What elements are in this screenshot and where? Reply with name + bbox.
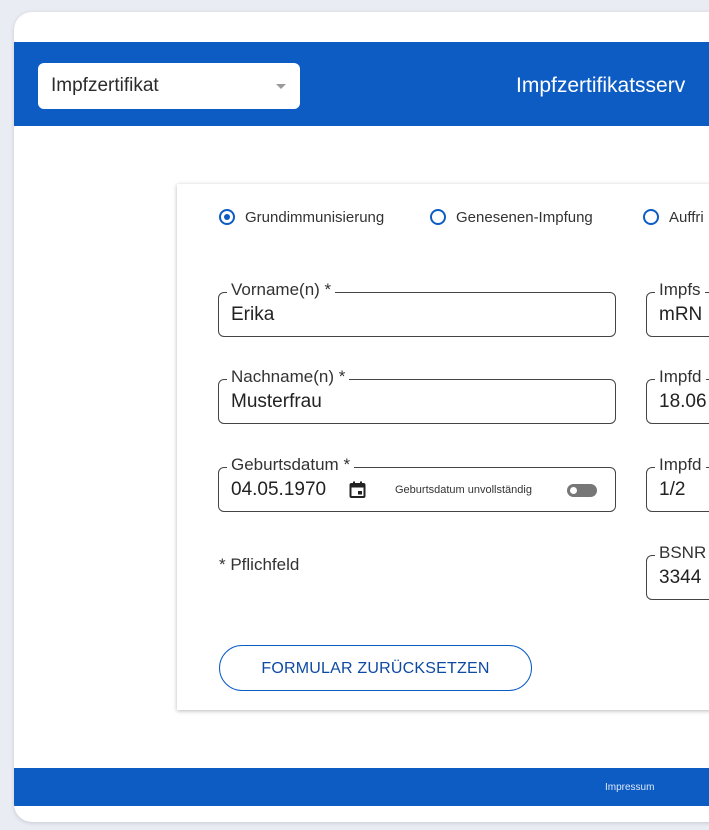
bsnr-label: BSNR — [655, 543, 709, 563]
app-window: Impfzertifikat Impfzertifikatsserv Grund… — [14, 12, 709, 822]
radio-checked-icon — [219, 209, 235, 225]
calendar-icon[interactable] — [349, 481, 366, 498]
vorname-label: Vorname(n) * — [227, 280, 336, 300]
nachname-label: Nachname(n) * — [227, 367, 350, 387]
radio-label: Grundimmunisierung — [245, 209, 385, 226]
bsnr-field[interactable]: BSNR 3344 — [646, 543, 709, 600]
certificate-type-select[interactable]: Impfzertifikat — [38, 63, 300, 109]
app-footer: Impressum — [14, 768, 709, 806]
impfstoff-label: Impfs — [655, 280, 705, 300]
vorname-value: Erika — [231, 304, 275, 325]
impfstoff-value: mRN — [659, 304, 703, 325]
app-header: Impfzertifikat Impfzertifikatsserv — [14, 42, 709, 126]
impressum-link[interactable]: Impressum — [605, 782, 654, 793]
radio-label: Auffri — [669, 209, 704, 226]
bsnr-value: 3344 — [659, 567, 702, 588]
radio-unchecked-icon — [643, 209, 659, 225]
radio-unchecked-icon — [430, 209, 446, 225]
geburtsdatum-value: 04.05.1970 — [231, 479, 327, 500]
radio-label: Genesenen-Impfung — [456, 209, 593, 226]
required-field-note: * Pflichfeld — [219, 555, 300, 574]
geburtsdatum-field[interactable]: Geburtsdatum * 04.05.1970 Geburtsdatum u… — [218, 455, 616, 512]
geburtsdatum-incomplete-label: Geburtsdatum unvollständig — [395, 484, 532, 496]
reset-form-button[interactable]: FORMULAR ZURÜCKSETZEN — [219, 645, 532, 691]
impfdatum-field[interactable]: Impfd 18.06 — [646, 367, 709, 424]
vorname-field[interactable]: Vorname(n) * Erika — [218, 280, 616, 337]
nachname-field[interactable]: Nachname(n) * Musterfrau — [218, 367, 616, 424]
geburtsdatum-label: Geburtsdatum * — [227, 455, 355, 475]
nachname-value: Musterfrau — [231, 391, 322, 412]
certificate-form-card: Grundimmunisierung Genesenen-Impfung Auf… — [177, 184, 709, 710]
impfdosis-value: 1/2 — [659, 479, 686, 500]
impfdatum-value: 18.06 — [659, 391, 707, 412]
toggle-knob — [570, 487, 577, 494]
impfdatum-label: Impfd — [655, 367, 706, 387]
impfdosis-label: Impfd — [655, 455, 706, 475]
geburtsdatum-incomplete-toggle[interactable] — [567, 484, 597, 497]
impfdosis-field[interactable]: Impfd 1/2 — [646, 455, 709, 512]
impfstoff-field[interactable]: Impfs mRN — [646, 280, 709, 337]
app-title: Impfzertifikatsserv — [516, 74, 686, 97]
certificate-type-value: Impfzertifikat — [51, 75, 159, 96]
chevron-down-icon — [276, 84, 286, 89]
